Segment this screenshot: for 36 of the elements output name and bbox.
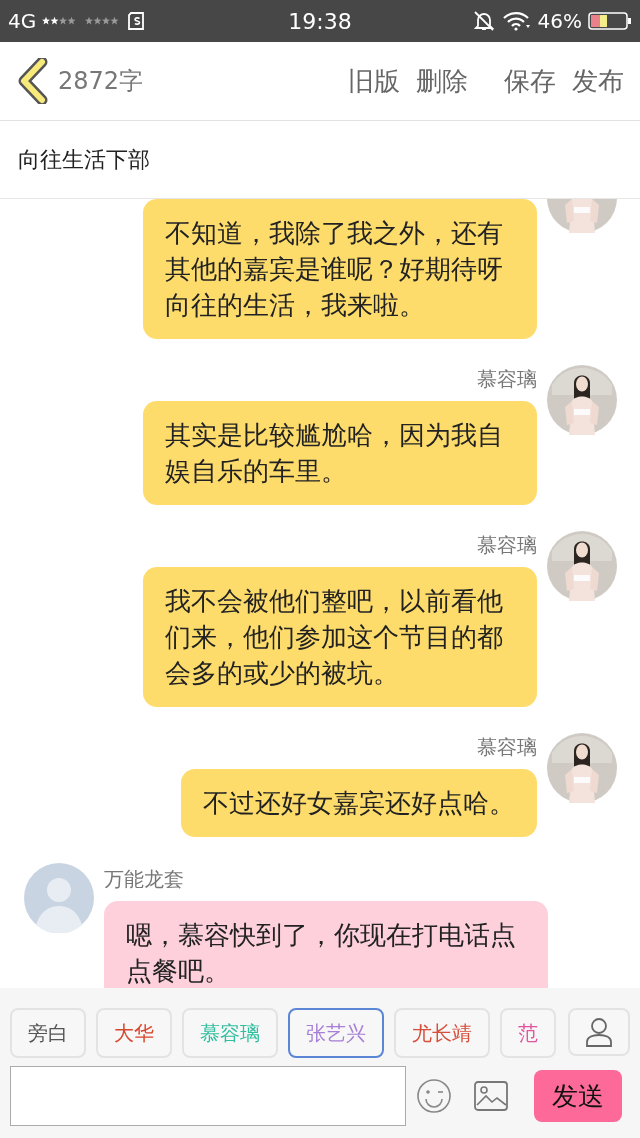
character-tab[interactable]: 大华 [96,1008,172,1058]
sender-name: 万能龙套 [104,866,184,893]
header-action[interactable]: 发布 [572,63,624,99]
signal-icon [42,16,77,26]
message-bubble: 嗯，慕容快到了，你现在打电话点点餐吧。 [104,901,548,988]
message-input[interactable] [10,1066,406,1126]
image-icon[interactable] [474,1081,508,1111]
person-icon [585,1016,613,1048]
document-title: 向往生活下部 [18,145,150,174]
word-count: 2872字 [58,66,144,97]
header-action[interactable]: 删除 [416,63,468,99]
app-icon [128,12,147,30]
wifi-icon [501,11,532,31]
header-action[interactable]: 保存 [504,63,556,99]
character-tab[interactable]: 张艺兴 [288,1008,384,1058]
mute-bell-icon [471,10,496,32]
back-button[interactable] [16,58,48,104]
emoji-icon[interactable] [416,1078,452,1114]
sender-name: 慕容璃 [477,532,537,559]
battery-percent: 46% [537,9,582,33]
battery-icon [588,11,632,31]
character-button[interactable] [568,1008,630,1056]
send-button[interactable]: 发送 [534,1070,622,1122]
header-action[interactable]: 旧版 [348,63,400,99]
avatar-icon [24,863,94,933]
sender-name: 慕容璃 [477,366,537,393]
sender-name: 慕容璃 [477,734,537,761]
character-tab[interactable]: 旁白 [10,1008,86,1058]
character-tab[interactable]: 范 [500,1008,556,1058]
clock: 19:38 [288,8,352,34]
message-bubble: 其实是比较尴尬哈，因为我自娱自乐的车里。 [143,401,537,505]
network-label: 4G [8,9,37,33]
message-bubble: 不过还好女嘉宾还好点哈。 [181,769,537,837]
message-bubble: 我不会被他们整吧，以前看他们来，他们参加这个节目的都会多的或少的被坑。 [143,567,537,707]
character-tab[interactable]: 尤长靖 [394,1008,490,1058]
message-bubble: 不知道，我除了我之外，还有其他的嘉宾是谁呢？好期待呀向往的生活，我来啦。 [143,199,537,339]
